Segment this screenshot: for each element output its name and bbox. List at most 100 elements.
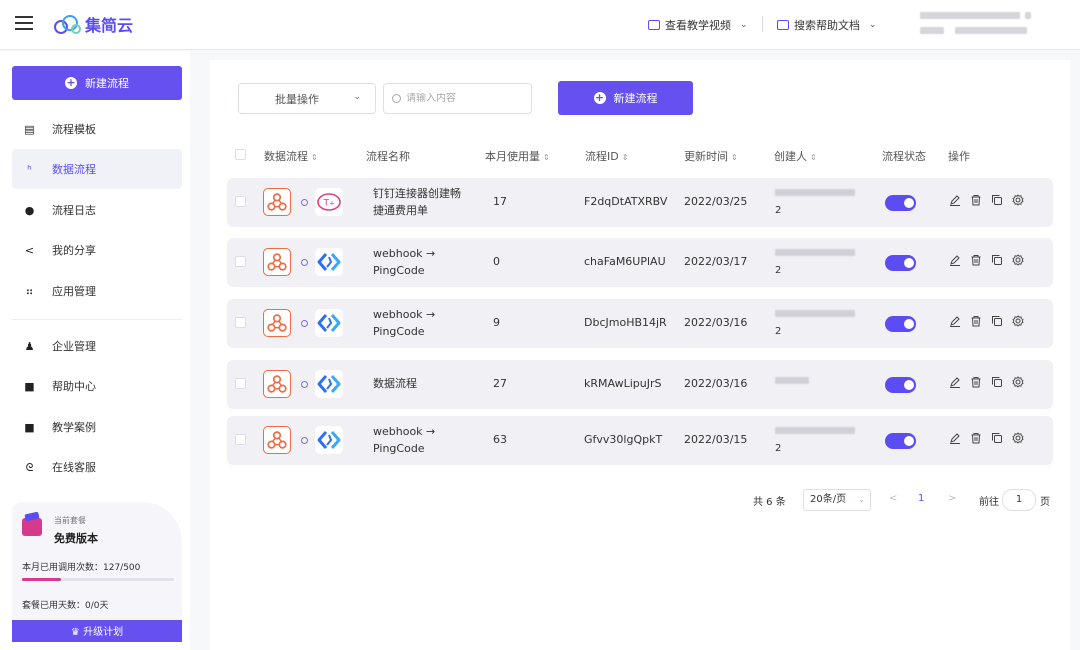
app-name: 集简云 xyxy=(85,16,134,35)
webhook-app-icon xyxy=(263,248,291,276)
new-flow-button[interactable]: + 新建流程 xyxy=(558,81,693,115)
creator-suffix: 2 xyxy=(775,443,782,454)
edit-icon[interactable] xyxy=(949,254,961,266)
flow-creator: 2 xyxy=(775,310,865,337)
table-row[interactable]: T + 钉钉连接器创建畅捷通费用单 17 F2dqDtATXRBV 2022/03/25 2 xyxy=(227,178,1053,227)
flow-usage: 27 xyxy=(493,377,507,390)
next-page-button[interactable]: > xyxy=(948,493,956,504)
sidebar-item-label: 应用管理 xyxy=(52,285,96,298)
table-row[interactable]: webhook → PingCode 0 chaFaM6UPlAU 2022/03/1… xyxy=(227,238,1053,287)
plan-usage-bar-fill xyxy=(22,578,61,581)
col-header-label: 操作 xyxy=(948,150,970,163)
row-checkbox[interactable] xyxy=(235,378,246,389)
page-size-select[interactable]: 20条/页 ⌄ xyxy=(803,489,871,511)
flow-arrow-icon xyxy=(301,381,308,388)
flow-status-toggle[interactable] xyxy=(885,255,916,271)
col-header-label: 流程状态 xyxy=(882,150,926,163)
settings-icon[interactable] xyxy=(1012,376,1024,388)
col-header-creator[interactable]: 创建人 ⇕ xyxy=(774,148,817,164)
row-checkbox[interactable] xyxy=(235,256,246,267)
tutorial-video-link[interactable]: 查看教学视频 ⌄ xyxy=(648,17,748,33)
copy-icon[interactable] xyxy=(991,376,1003,388)
col-header-flow[interactable]: 数据流程 ⇕ xyxy=(264,148,318,164)
delete-icon[interactable] xyxy=(970,376,982,388)
row-checkbox[interactable] xyxy=(235,317,246,328)
copy-icon[interactable] xyxy=(991,254,1003,266)
plan-usage-text: 本月已用调用次数：127/500 xyxy=(22,563,141,573)
search-box[interactable] xyxy=(383,83,532,114)
current-page[interactable]: 1 xyxy=(918,493,924,504)
chevron-down-icon: ⌄ xyxy=(869,20,877,30)
settings-icon[interactable] xyxy=(1012,315,1024,327)
sidebar-item-templates[interactable]: ▤ 流程模板 xyxy=(12,109,182,149)
sidebar-item-flows[interactable]: ʰ 数据流程 xyxy=(12,149,182,189)
flow-name[interactable]: webhook → PingCode xyxy=(373,306,471,340)
table-row[interactable]: webhook → PingCode 63 Gfvv30lgQpkT 2022/03/… xyxy=(227,416,1053,465)
settings-icon[interactable] xyxy=(1012,432,1024,444)
row-checkbox[interactable] xyxy=(235,196,246,207)
col-header-label: 流程ID xyxy=(585,150,619,163)
flow-status-toggle[interactable] xyxy=(885,316,916,332)
bulk-action-select[interactable]: 批量操作 ⌄ xyxy=(238,83,376,114)
edit-icon[interactable] xyxy=(949,194,961,206)
pingcode-app-icon xyxy=(315,370,343,398)
sidebar-item-enterprise[interactable]: ♟ 企业管理 xyxy=(12,326,182,366)
enterprise-icon: ♟ xyxy=(24,339,35,353)
flow-updated: 2022/03/25 xyxy=(684,195,748,208)
logo[interactable]: 集简云 xyxy=(52,12,133,36)
flow-status-toggle[interactable] xyxy=(885,195,916,211)
doc-icon xyxy=(777,20,789,30)
row-actions xyxy=(949,315,1024,327)
edit-icon[interactable] xyxy=(949,315,961,327)
sidebar-item-apps[interactable]: ⠶ 应用管理 xyxy=(12,271,182,311)
flow-creator: 2 xyxy=(775,249,865,276)
sidebar-item-label: 帮助中心 xyxy=(52,380,96,393)
help-icon: ■ xyxy=(24,379,35,393)
edit-icon[interactable] xyxy=(949,432,961,444)
user-info[interactable] xyxy=(915,8,1035,42)
row-actions xyxy=(949,194,1024,206)
copy-icon[interactable] xyxy=(991,194,1003,206)
flow-updated: 2022/03/17 xyxy=(684,255,748,268)
settings-icon[interactable] xyxy=(1012,194,1024,206)
flow-id: Gfvv30lgQpkT xyxy=(584,433,663,446)
col-header-id[interactable]: 流程ID ⇕ xyxy=(585,148,628,164)
delete-icon[interactable] xyxy=(970,254,982,266)
top-header: 集简云 查看教学视频 ⌄ 搜索帮助文档 ⌄ xyxy=(0,0,1080,50)
search-input[interactable] xyxy=(406,93,526,104)
sidebar-item-support[interactable]: ᘓ 在线客服 xyxy=(12,447,182,487)
col-header-updated[interactable]: 更新时间 ⇕ xyxy=(684,148,738,164)
sidebar-item-logs[interactable]: ● 流程日志 xyxy=(12,190,182,230)
flow-status-toggle[interactable] xyxy=(885,377,916,393)
sort-icon: ⇕ xyxy=(810,153,817,162)
sidebar-item-share[interactable]: < 我的分享 xyxy=(12,230,182,270)
flow-name[interactable]: webhook → PingCode xyxy=(373,245,471,279)
table-row[interactable]: webhook → PingCode 9 DbcJmoHB14jR 2022/03/1… xyxy=(227,299,1053,348)
upgrade-plan-button[interactable]: ♛ 升级计划 xyxy=(12,620,182,642)
delete-icon[interactable] xyxy=(970,194,982,206)
row-checkbox[interactable] xyxy=(235,434,246,445)
menu-icon[interactable] xyxy=(15,16,33,30)
select-all-checkbox[interactable] xyxy=(235,149,246,160)
sidebar-new-flow-button[interactable]: + 新建流程 xyxy=(12,66,182,100)
flow-status-toggle[interactable] xyxy=(885,433,916,449)
copy-icon[interactable] xyxy=(991,432,1003,444)
help-doc-link[interactable]: 搜索帮助文档 ⌄ xyxy=(777,17,877,33)
sidebar-item-help[interactable]: ■ 帮助中心 xyxy=(12,366,182,406)
delete-icon[interactable] xyxy=(970,432,982,444)
flow-name[interactable]: webhook → PingCode xyxy=(373,423,471,457)
settings-icon[interactable] xyxy=(1012,254,1024,266)
flow-name[interactable]: 数据流程 xyxy=(373,375,471,392)
sidebar-item-cases[interactable]: ■ 教学案例 xyxy=(12,407,182,447)
flow-name[interactable]: 钉钉连接器创建畅捷通费用单 xyxy=(373,185,471,219)
col-header-label: 本月使用量 xyxy=(485,150,540,163)
col-header-usage[interactable]: 本月使用量 ⇕ xyxy=(485,148,550,164)
edit-icon[interactable] xyxy=(949,376,961,388)
delete-icon[interactable] xyxy=(970,315,982,327)
table-row[interactable]: 数据流程 27 kRMAwLipuJrS 2022/03/16 xyxy=(227,360,1053,409)
log-icon: ● xyxy=(24,203,35,217)
copy-icon[interactable] xyxy=(991,315,1003,327)
goto-page-input[interactable]: 1 xyxy=(1002,489,1036,511)
prev-page-button[interactable]: < xyxy=(889,493,897,504)
wallet-icon xyxy=(22,518,42,536)
